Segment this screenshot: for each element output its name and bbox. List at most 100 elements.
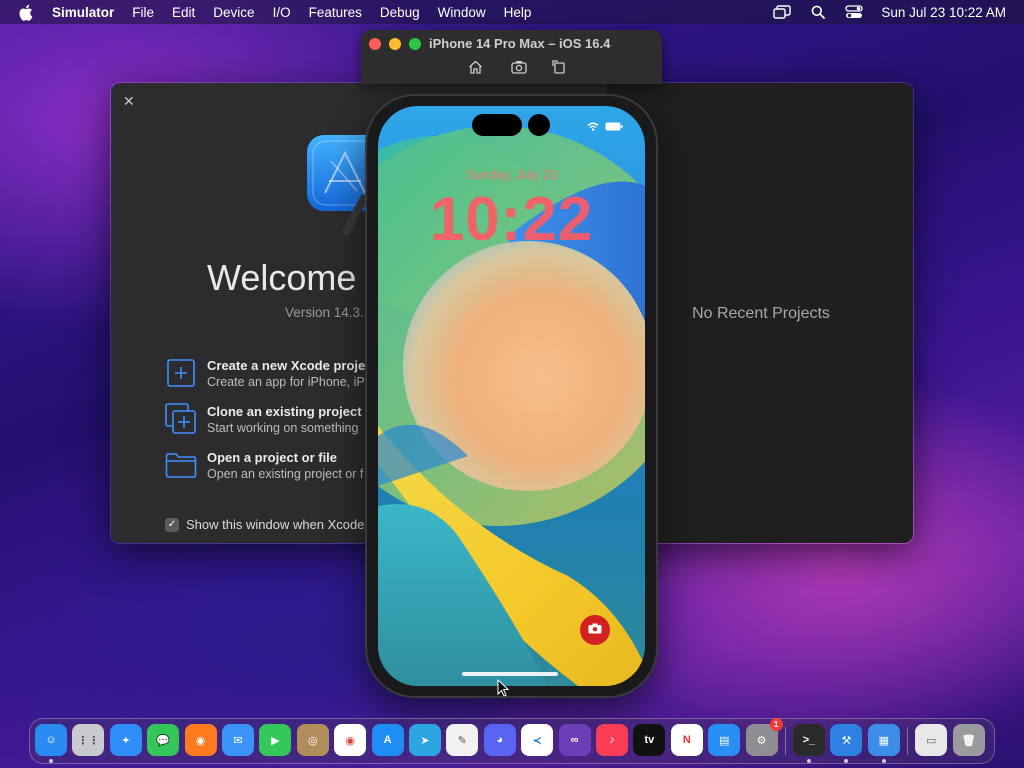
finder-icon[interactable]: ☺ [35,724,67,756]
dock-icon-glyph: ∞ [570,734,579,746]
menu-window[interactable]: Window [438,5,486,20]
running-indicator [807,759,811,763]
menu-help[interactable]: Help [504,5,532,20]
spotlight-search-icon[interactable] [809,4,827,20]
simulator-device-title: iPhone 14 Pro Max – iOS 16.4 [429,36,611,51]
home-indicator[interactable] [462,672,558,676]
dock-icon-glyph: A [383,734,392,746]
camera-icon [588,621,602,639]
show-on-launch-option[interactable]: ✓ Show this window when Xcode [165,517,365,532]
action-subtitle: Create an app for iPhone, iPa [207,374,372,389]
dynamic-island [472,114,522,136]
checkbox[interactable]: ✓ [165,517,179,532]
menu-bar: Simulator File Edit Device I/O Features … [0,0,1024,24]
news-icon[interactable]: N [670,724,703,756]
home-icon[interactable] [467,60,483,74]
dock-icon-glyph: ➤ [420,734,430,747]
zoom-window-button[interactable] [409,38,421,50]
menu-edit[interactable]: Edit [172,5,195,20]
mouse-pointer-icon [497,678,510,697]
lock-screen[interactable]: Sunday, July 23 10:22 [378,106,645,686]
simulator-icon[interactable]: ▦ [867,724,900,756]
iphone-device-frame: Sunday, July 23 10:22 [367,96,656,696]
mail-icon[interactable]: ✉ [222,724,254,756]
textedit-icon[interactable]: ✎ [446,724,479,756]
visual-studio-icon[interactable]: ∞ [558,724,591,756]
telegram-icon[interactable]: ➤ [409,724,441,756]
dock-icon-glyph: ◉ [195,734,206,747]
battery-icon [605,118,623,136]
plus-square-icon [165,357,197,389]
menu-device[interactable]: Device [213,5,254,20]
apple-menu-icon[interactable] [18,4,36,21]
dock-separator [785,727,786,755]
screenshot-icon[interactable] [511,60,527,74]
wifi-icon [587,118,599,136]
facetime-icon[interactable]: ▶ [259,724,292,756]
lock-screen-time: 10:22 [429,185,594,254]
dock-icon-glyph: ⚒ [841,734,852,747]
action-subtitle: Open an existing project or f [207,466,364,481]
folder-icon [165,449,197,481]
discord-icon[interactable]: ◕ [483,724,516,756]
keynote-icon[interactable]: ▤ [708,724,741,756]
music-icon[interactable]: ♪ [596,724,628,756]
settings-icon[interactable]: ⚙ 1 [745,718,783,756]
running-indicator [844,759,849,763]
menubar-clock[interactable]: Sun Jul 23 10:22 AM [881,5,1006,20]
screen-mirroring-icon[interactable] [773,4,792,20]
dock-icon-glyph: N [682,734,691,746]
dock-icon-glyph: ▭ [925,734,937,747]
dock-icon-glyph: ◎ [307,734,318,747]
dock-icon-glyph: ✦ [121,734,131,747]
control-center-icon[interactable] [845,4,864,20]
menu-app-name[interactable]: Simulator [52,5,114,20]
dock-icon-glyph: ◉ [345,734,355,747]
dock-icon-glyph: ✉ [233,734,243,747]
welcome-title: Welcome [207,257,357,298]
dock-icon-glyph: ▶ [271,734,280,747]
trash-icon[interactable]: 🗑 [952,724,985,756]
messages-icon[interactable]: 💬 [147,724,180,756]
dock-icon-glyph: ☺ [45,734,57,746]
dock-icon-glyph: tv [644,734,655,746]
action-title: Clone an existing project [207,403,362,419]
camera-shortcut-button[interactable] [580,615,610,645]
clone-icon [165,403,197,435]
dock-separator [907,727,909,755]
dock-icon-glyph: ▦ [878,734,889,747]
dock: ☺ ⋮⋮ ✦ 💬 ◉ ✉ ▶ ◎ ◉ A ➤ ✎ ◕ ≺ ∞ ♪ tv N ▤ ⚙ 1 >_ ⚒ ▦ ▭ 🗑 [29,718,995,764]
menu-file[interactable]: File [132,5,154,20]
notification-badge: 1 [769,718,783,731]
rotate-icon[interactable] [551,60,567,74]
lock-screen-date: Sunday, July 23 [465,167,558,182]
action-subtitle: Start working on something [207,420,359,435]
version-label: Version 14.3.1 [285,305,372,320]
menu-features[interactable]: Features [309,5,362,20]
running-indicator [881,759,886,763]
minimize-window-button[interactable] [389,38,401,50]
contacts-icon[interactable]: ◎ [296,724,329,756]
vscode-icon[interactable]: ≺ [521,724,554,756]
dock-icon-glyph: ▤ [718,734,730,747]
no-recent-projects-label: No Recent Projects [692,305,830,322]
simulator-titlebar: iPhone 14 Pro Max – iOS 16.4 [361,30,662,84]
downloads-stack-icon[interactable]: ▭ [915,724,948,756]
status-bar [587,118,623,136]
menu-io[interactable]: I/O [273,5,291,20]
dock-icon-glyph: ≺ [532,734,542,747]
close-window-button[interactable] [369,38,381,50]
menu-debug[interactable]: Debug [380,5,420,20]
tv-icon[interactable]: tv [633,724,666,756]
safari-icon[interactable]: ✦ [109,724,142,756]
firefox-icon[interactable]: ◉ [184,724,217,756]
chrome-icon[interactable]: ◉ [334,724,367,756]
launchpad-icon[interactable]: ⋮⋮ [72,724,105,756]
action-title: Create a new Xcode proje [207,357,366,373]
dock-icon-glyph: ⚙ [756,734,767,747]
xcode-icon[interactable]: ⚒ [830,724,863,756]
dock-icon-glyph: ✎ [457,734,467,747]
terminal-icon[interactable]: >_ [793,724,825,756]
app-store-icon[interactable]: A [371,724,404,756]
close-icon[interactable]: ✕ [123,93,135,110]
